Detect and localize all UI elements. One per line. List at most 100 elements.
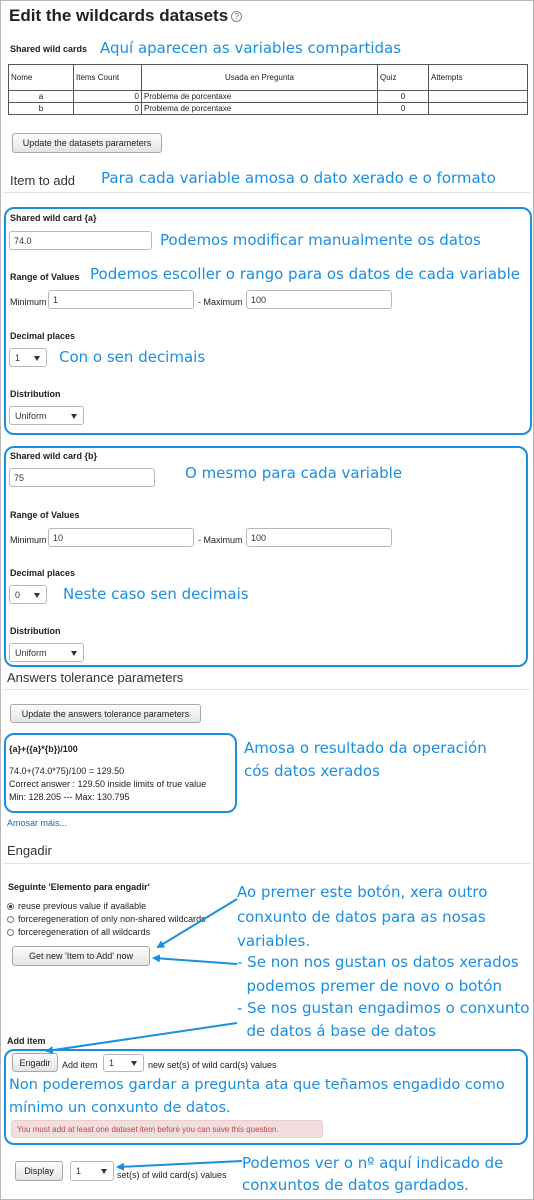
radio-unchecked-icon[interactable] [7, 929, 14, 936]
display-suffix: set(s) of wild card(s) values [117, 1170, 227, 1180]
wildcard-b-range-label: Range of Values [10, 510, 80, 520]
get-new-item-button[interactable]: Get new 'Item to Add' now [12, 946, 150, 966]
chevron-down-icon [34, 592, 40, 598]
engadir-note-4: - Se non nos gustan os datos xerados [237, 953, 519, 971]
update-tolerance-button[interactable]: Update the answers tolerance parameters [10, 704, 201, 723]
item-to-add-heading: Item to add [10, 173, 76, 188]
add-item-label: Add item [7, 1036, 46, 1046]
page-title: Edit the wildcards datasets? [9, 6, 243, 26]
radio-non-shared-label: forceregeneration of only non-shared wil… [18, 914, 206, 924]
chevron-down-icon [71, 413, 77, 419]
add-item-note-2: mínimo un conxunto de datos. [9, 1100, 231, 1116]
wildcard-a-distribution-value: Uniform [15, 410, 47, 421]
cell-name: b [8, 102, 74, 115]
wildcard-b-value-input[interactable]: 75 [9, 468, 155, 487]
help-icon[interactable]: ? [231, 11, 243, 22]
wildcard-a-max-input[interactable]: 100 [246, 290, 392, 309]
result-note-1: Amosa o resultado da operación [244, 739, 487, 757]
engadir-heading: Engadir [7, 843, 52, 858]
wildcard-a-distribution-select[interactable]: Uniform [9, 406, 84, 425]
wildcard-a-min-input[interactable]: 1 [48, 290, 194, 309]
engadir-note-7: de datos á base de datos [237, 1022, 436, 1040]
page-title-text: Edit the wildcards datasets [9, 6, 229, 25]
add-item-text: Add item [62, 1060, 98, 1070]
chevron-down-icon [131, 1061, 137, 1066]
radio-all-label: forceregeneration of all wildcards [18, 927, 151, 937]
display-count-select[interactable]: 1 [70, 1161, 114, 1181]
wildcard-a-label: Shared wild card {a} [10, 213, 97, 223]
col-header-name: Nome [8, 64, 74, 91]
radio-all[interactable]: forceregeneration of all wildcards [7, 927, 150, 937]
divider [3, 192, 531, 193]
arrow-to-display-select [116, 1160, 243, 1171]
cell-attempts [428, 90, 528, 103]
wildcard-b-distribution-select[interactable]: Uniform [9, 643, 84, 662]
table-row: a 0 Problema de porcentaxe 0 [8, 90, 528, 103]
chevron-down-icon [71, 650, 77, 656]
wildcard-a-decimal-value: 1 [15, 352, 21, 363]
divider [3, 689, 531, 690]
col-header-used-in: Usada en Pregunta [141, 64, 378, 91]
correct-answer-line: Correct answer : 129.50 inside limits of… [9, 779, 207, 789]
arrow-to-engadir-button [45, 1022, 238, 1055]
save-error-alert: You must add at least one dataset item b… [11, 1120, 323, 1138]
engadir-note-2: conxunto de datos para as nosas [237, 908, 486, 926]
add-item-note-1: Non poderemos gardar a pregunta ata que … [9, 1077, 505, 1093]
table-header-row: Nome Items Count Usada en Pregunta Quiz … [8, 64, 528, 91]
wildcard-b-distribution-label: Distribution [10, 626, 61, 636]
wildcard-a-distribution-label: Distribution [10, 389, 61, 399]
engadir-note-5: podemos premer de novo o botón [237, 977, 502, 995]
wildcard-a-range-note: Podemos escoller o rango para os datos d… [90, 265, 520, 283]
cell-quiz: 0 [377, 90, 429, 103]
display-note-1: Podemos ver o nº aquí indicado de [242, 1154, 504, 1172]
col-header-attempts: Attempts [428, 64, 528, 91]
wildcard-b-min-input[interactable]: 10 [48, 528, 194, 547]
wildcard-a-decimal-select[interactable]: 1 [9, 348, 47, 367]
wildcard-b-decimal-select[interactable]: 0 [9, 585, 47, 604]
chevron-down-icon [34, 355, 40, 361]
cell-used-in: Problema de porcentaxe [141, 102, 378, 115]
display-note-2: conxuntos de datos gardados. [242, 1176, 469, 1194]
shared-wildcards-label: Shared wild cards [10, 44, 88, 54]
divider [3, 863, 531, 864]
cell-count: 0 [73, 90, 142, 103]
add-item-count-value: 1 [109, 1058, 115, 1068]
wildcard-b-max-label: - Maximum [198, 535, 243, 545]
radio-unchecked-icon[interactable] [7, 916, 14, 923]
page-frame: Edit the wildcards datasets? Shared wild… [0, 0, 534, 1200]
chevron-down-icon [101, 1169, 107, 1174]
wildcard-b-min-label: Minimum [10, 535, 47, 545]
add-item-count-select[interactable]: 1 [103, 1054, 144, 1072]
col-header-quiz: Quiz [377, 64, 429, 91]
min-max-line: Min: 128.205 --- Max: 130.795 [9, 792, 130, 802]
wildcard-b-decimal-value: 0 [15, 589, 21, 600]
wildcard-a-decimal-label: Decimal places [10, 331, 76, 341]
shared-wildcards-table: Nome Items Count Usada en Pregunta Quiz … [8, 64, 528, 115]
tolerance-heading: Answers tolerance parameters [7, 670, 184, 685]
wildcard-b-max-input[interactable]: 100 [246, 528, 392, 547]
wildcard-b-value-note: O mesmo para cada variable [185, 464, 403, 482]
shared-note: Aquí aparecen as variables compartidas [100, 39, 402, 57]
wildcard-a-max-label: - Maximum [198, 297, 243, 307]
wildcard-a-value-input[interactable]: 74.0 [9, 231, 152, 250]
wildcard-b-decimal-label: Decimal places [10, 568, 76, 578]
wildcard-b-distribution-value: Uniform [15, 647, 47, 658]
radio-reuse-label: reuse previous value if available [18, 901, 147, 911]
display-button[interactable]: Display [15, 1161, 63, 1181]
calc-line: 74.0+(74.0*75)/100 = 129.50 [9, 766, 125, 776]
formula-text: {a}+({a}*{b})/100 [9, 744, 78, 754]
radio-checked-icon[interactable] [7, 903, 14, 910]
engadir-button[interactable]: Engadir [12, 1053, 58, 1072]
engadir-note-6: - Se nos gustan engadimos o conxunto [237, 999, 530, 1017]
engadir-note-1: Ao premer este botón, xera outro [237, 883, 488, 901]
cell-count: 0 [73, 102, 142, 115]
cell-used-in: Problema de porcentaxe [141, 90, 378, 103]
engadir-note-3: variables. [237, 932, 311, 950]
cell-name: a [8, 90, 74, 103]
radio-reuse[interactable]: reuse previous value if available [7, 901, 146, 911]
radio-non-shared[interactable]: forceregeneration of only non-shared wil… [7, 914, 206, 924]
table-row: b 0 Problema de porcentaxe 0 [8, 102, 528, 115]
wildcard-b-label: Shared wild card {b} [10, 451, 98, 461]
show-more-link[interactable]: Amosar máis... [7, 818, 67, 828]
update-datasets-button[interactable]: Update the datasets parameters [12, 133, 162, 153]
